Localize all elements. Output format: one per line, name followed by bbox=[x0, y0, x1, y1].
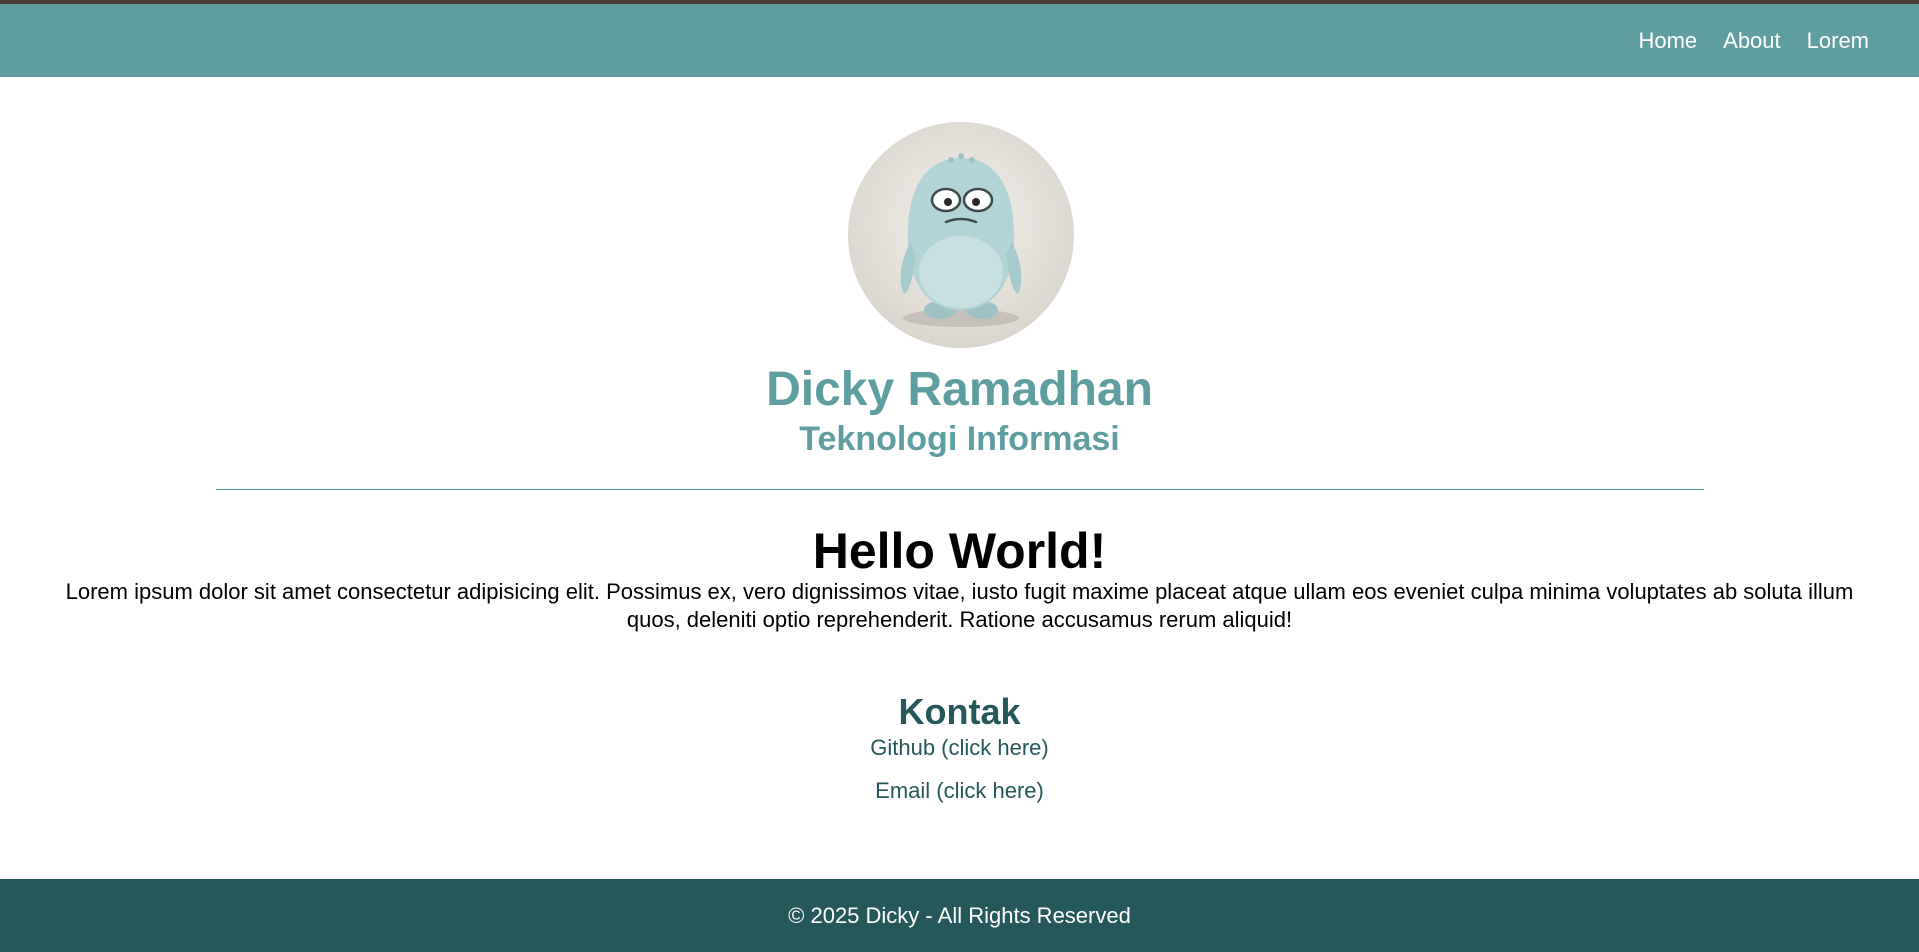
contact-title: Kontak bbox=[898, 691, 1021, 732]
profile-major: Teknologi Informasi bbox=[799, 420, 1120, 458]
main-paragraph: Lorem ipsum dolor sit amet consectetur a… bbox=[65, 579, 1854, 632]
section-divider bbox=[216, 489, 1704, 490]
nav-link-lorem[interactable]: Lorem bbox=[1807, 28, 1869, 54]
footer-copyright: © 2025 Dicky - All Rights Reserved bbox=[788, 902, 1131, 928]
footer: © 2025 Dicky - All Rights Reserved bbox=[0, 879, 1919, 952]
profile-avatar bbox=[848, 122, 1074, 348]
profile-name: Dicky Ramadhan bbox=[766, 363, 1153, 416]
nav-link-home[interactable]: Home bbox=[1638, 28, 1697, 54]
monster-illustration bbox=[900, 153, 1022, 327]
email-link[interactable]: Email (click here) bbox=[0, 777, 1919, 805]
nav-link-about[interactable]: About bbox=[1723, 28, 1781, 54]
github-link[interactable]: Github (click here) bbox=[0, 734, 1919, 762]
nav-links: Home About Lorem bbox=[1638, 4, 1869, 77]
navbar: Home About Lorem bbox=[0, 4, 1919, 77]
main-heading: Hello World! bbox=[812, 523, 1107, 579]
